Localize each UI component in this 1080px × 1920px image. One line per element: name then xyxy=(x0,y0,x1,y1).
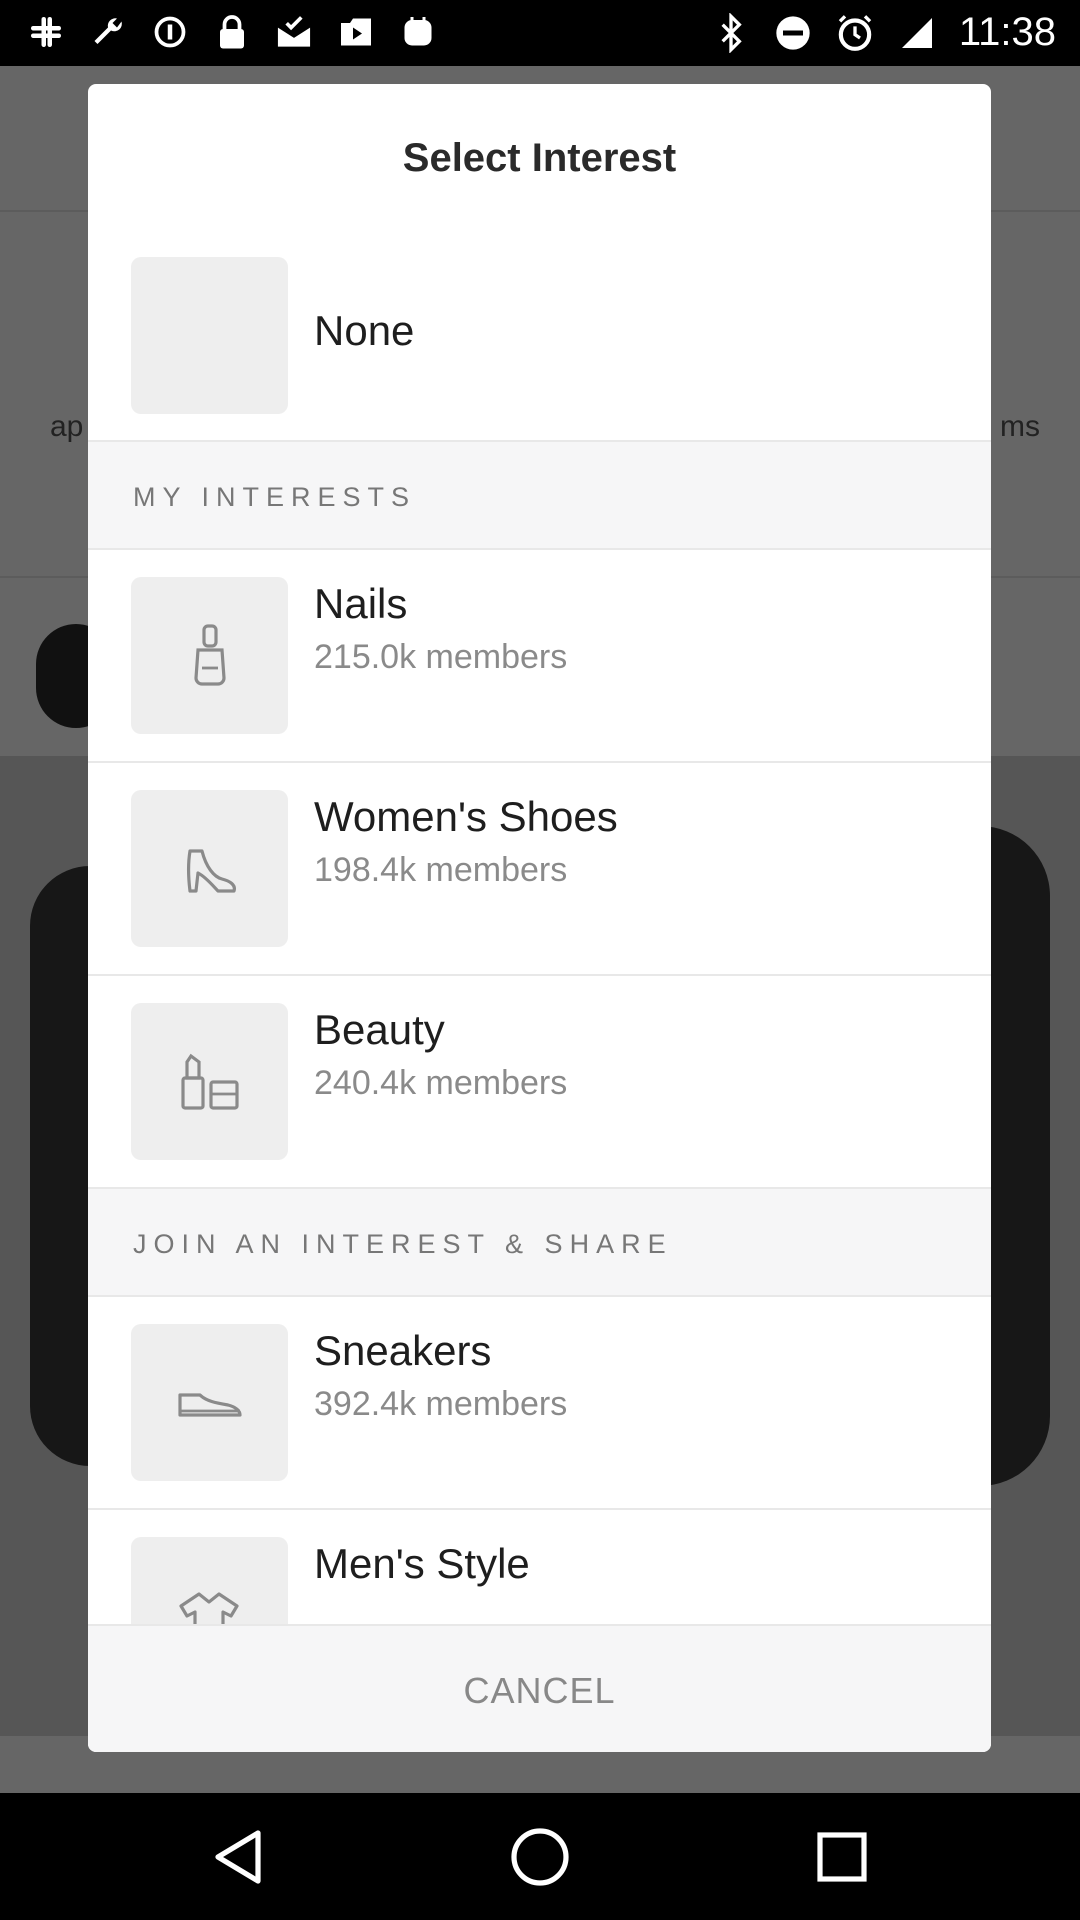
member-count: 240.4k members xyxy=(314,1064,568,1102)
section-label: MY INTERESTS xyxy=(133,482,417,512)
interest-list[interactable]: None MY INTERESTS Nails 215.0k members W… xyxy=(88,234,991,1708)
interest-title: Nails xyxy=(314,580,408,627)
lipstick-icon xyxy=(131,1003,288,1160)
member-count: 198.4k members xyxy=(314,851,568,889)
game-icon xyxy=(398,12,438,52)
dialog-title: Select Interest xyxy=(402,136,677,180)
status-bar: 11:38 xyxy=(0,0,1080,66)
clock-time: 11:38 xyxy=(958,10,1056,54)
interest-option-none[interactable]: None xyxy=(88,234,991,442)
interest-title: Men's Style xyxy=(314,1540,530,1587)
section-header-my-interests: MY INTERESTS xyxy=(88,442,991,550)
interest-option-nails[interactable]: Nails 215.0k members xyxy=(88,550,991,763)
signal-icon xyxy=(897,13,937,53)
cancel-button[interactable]: CANCEL xyxy=(88,1624,991,1752)
interest-option-sneakers[interactable]: Sneakers 392.4k members xyxy=(88,1297,991,1510)
cancel-label: CANCEL xyxy=(463,1670,616,1711)
play-icon xyxy=(336,12,376,52)
interest-title: Beauty xyxy=(314,1006,445,1053)
navigation-bar xyxy=(0,1793,1080,1920)
recents-icon[interactable] xyxy=(800,1815,884,1899)
wrench-icon xyxy=(88,12,128,52)
member-count: 215.0k members xyxy=(314,638,568,676)
high-heel-icon xyxy=(131,790,288,947)
interest-option-womens-shoes[interactable]: Women's Shoes 198.4k members xyxy=(88,763,991,976)
section-label: JOIN AN INTEREST & SHARE xyxy=(133,1229,673,1259)
lock-icon xyxy=(212,12,252,52)
notification-icons xyxy=(26,12,438,52)
select-interest-dialog: Select Interest None MY INTERESTS Nails … xyxy=(88,84,991,1752)
bluetooth-icon xyxy=(711,12,751,53)
alarm-icon xyxy=(835,13,875,53)
do-not-disturb-icon xyxy=(773,13,813,53)
interest-title: Sneakers xyxy=(314,1327,492,1374)
system-icons: 11:38 xyxy=(711,10,1056,55)
section-header-join-interest: JOIN AN INTEREST & SHARE xyxy=(88,1189,991,1297)
mail-check-icon xyxy=(274,12,314,52)
nail-polish-icon xyxy=(131,577,288,734)
blank-thumbnail xyxy=(131,257,288,414)
interest-option-beauty[interactable]: Beauty 240.4k members xyxy=(88,976,991,1189)
home-icon[interactable] xyxy=(498,1815,582,1899)
option-label: None xyxy=(314,307,415,354)
member-count: 392.4k members xyxy=(314,1385,568,1423)
slack-icon xyxy=(26,12,66,52)
back-icon[interactable] xyxy=(196,1815,280,1899)
interest-title: Women's Shoes xyxy=(314,793,618,840)
sneaker-icon xyxy=(131,1324,288,1481)
ring-icon xyxy=(150,12,190,52)
